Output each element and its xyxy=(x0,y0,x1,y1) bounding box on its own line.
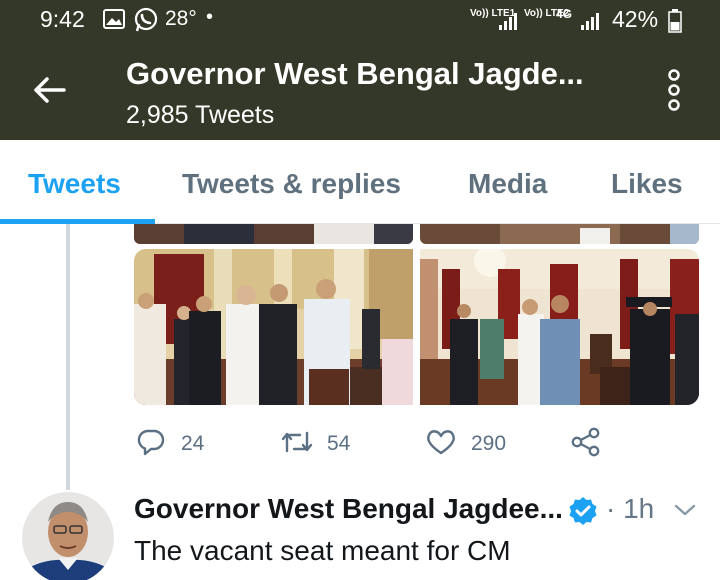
battery-percent: 42% xyxy=(612,6,659,32)
profile-tabs: Tweets Tweets & replies Media Likes xyxy=(0,140,720,224)
profile-title: Governor West Bengal Jagde... xyxy=(126,56,584,91)
more-options-button[interactable] xyxy=(660,68,688,114)
avatar[interactable] xyxy=(22,492,114,580)
tweet-text: The vacant seat meant for CM xyxy=(134,535,511,566)
tab-tweets-and-replies[interactable]: Tweets & replies xyxy=(182,168,401,200)
retweet-count: 54 xyxy=(327,432,351,455)
status-dot: • xyxy=(206,6,214,28)
share-icon xyxy=(571,427,600,457)
status-temperature: 28° xyxy=(165,7,197,30)
like-count: 290 xyxy=(471,432,507,455)
status-time: 9:42 xyxy=(40,6,85,32)
verified-badge-icon xyxy=(568,496,598,526)
tweet-photo-4[interactable] xyxy=(420,249,699,405)
reply-button[interactable]: 24 xyxy=(136,425,216,459)
tweet-author-name[interactable]: Governor West Bengal Jagdee... xyxy=(134,493,563,525)
tweet-count: 2,985 Tweets xyxy=(126,101,275,129)
like-button[interactable]: 290 xyxy=(425,425,515,459)
whatsapp-icon xyxy=(133,7,159,38)
tweet-photo-1[interactable] xyxy=(134,224,413,244)
gallery-icon xyxy=(103,9,125,34)
back-arrow-icon xyxy=(34,77,66,103)
tab-tweets[interactable]: Tweets xyxy=(28,168,121,200)
network-type: 4G xyxy=(556,7,573,21)
tweet-timestamp[interactable]: · 1h xyxy=(606,493,654,525)
reply-count: 24 xyxy=(181,432,205,455)
retweet-icon xyxy=(281,431,313,453)
signal-icon xyxy=(498,11,518,36)
tweet-photo-2[interactable] xyxy=(420,224,699,244)
status-bar: 9:42 28° • Vo)) LTE1 Vo)) LTE2 4G 42% xyxy=(0,0,720,40)
back-button[interactable] xyxy=(30,70,70,110)
tweet-menu-button[interactable] xyxy=(672,500,698,520)
signal-icon xyxy=(580,11,600,36)
chevron-down-icon xyxy=(674,504,696,516)
thread-connector-line xyxy=(66,224,70,490)
profile-header: Governor West Bengal Jagde... 2,985 Twee… xyxy=(0,40,720,140)
share-button[interactable] xyxy=(570,425,604,459)
retweet-button[interactable]: 54 xyxy=(280,425,360,459)
heart-icon xyxy=(427,430,455,455)
tab-likes[interactable]: Likes xyxy=(611,168,683,200)
tab-media[interactable]: Media xyxy=(468,168,547,200)
more-vertical-icon xyxy=(668,69,680,111)
tweet-photo-3[interactable] xyxy=(134,249,413,405)
reply-icon xyxy=(137,429,165,456)
active-tab-indicator xyxy=(0,219,155,224)
battery-icon xyxy=(668,9,682,38)
